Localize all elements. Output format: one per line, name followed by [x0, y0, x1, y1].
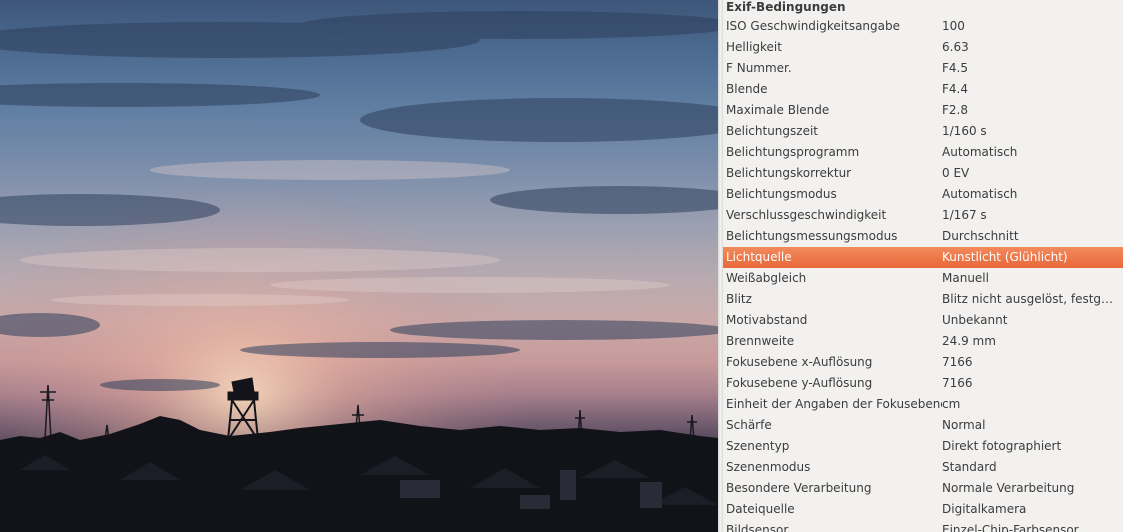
exif-value: Direkt fotographiert [942, 439, 1062, 453]
table-row[interactable]: Lichtquelle Kunstlicht (Glühlicht) [723, 247, 1123, 268]
table-row[interactable]: Bildsensor Einzel-Chip-Farbsensor [723, 520, 1123, 532]
exif-value: Normal [942, 418, 986, 432]
exif-key: Weißabgleich [726, 271, 807, 285]
exif-value: 100 [942, 19, 965, 33]
exif-value: Kunstlicht (Glühlicht) [942, 250, 1068, 264]
table-row[interactable]: Fokusebene x-Auflösung 7166 [723, 352, 1123, 373]
exif-value: Manuell [942, 271, 989, 285]
exif-key: Blende [726, 82, 768, 96]
table-row[interactable]: Szenentyp Direkt fotographiert [723, 436, 1123, 457]
table-row[interactable]: Maximale Blende F2.8 [723, 100, 1123, 121]
table-row[interactable]: Besondere Verarbeitung Normale Verarbeitu… [723, 478, 1123, 499]
exif-value: 24.9 mm [942, 334, 996, 348]
exif-key: Schärfe [726, 418, 772, 432]
exif-value: Digitalkamera [942, 502, 1027, 516]
image-viewer-window: Exif-Bedingungen ISO Geschwindigkeitsang… [0, 0, 1123, 532]
table-row[interactable]: Einheit der Angaben der Fokusebene cm [723, 394, 1123, 415]
table-row[interactable]: Belichtungsmessungsmodus Durchschnitt [723, 226, 1123, 247]
table-row[interactable]: Helligkeit 6.63 [723, 37, 1123, 58]
exif-key: Blitz [726, 292, 752, 306]
exif-value: Blitz nicht ausgelöst, festgel… [942, 292, 1118, 306]
table-row[interactable]: Weißabgleich Manuell [723, 268, 1123, 289]
exif-value: Durchschnitt [942, 229, 1019, 243]
exif-value: Normale Verarbeitung [942, 481, 1075, 495]
table-row[interactable]: Belichtungszeit 1/160 s [723, 121, 1123, 142]
exif-value: F4.5 [942, 61, 968, 75]
exif-key: Besondere Verarbeitung [726, 481, 872, 495]
photo-scene [0, 0, 718, 532]
table-row[interactable]: Belichtungskorrektur 0 EV [723, 163, 1123, 184]
table-row[interactable]: Blende F4.4 [723, 79, 1123, 100]
exif-key: Belichtungszeit [726, 124, 818, 138]
exif-key: Belichtungskorrektur [726, 166, 852, 180]
table-row[interactable]: Motivabstand Unbekannt [723, 310, 1123, 331]
exif-value: 7166 [942, 376, 973, 390]
exif-value: 0 EV [942, 166, 970, 180]
table-row[interactable]: Schärfe Normal [723, 415, 1123, 436]
exif-key: Einheit der Angaben der Fokusebene [726, 397, 942, 411]
exif-key: Brennweite [726, 334, 795, 348]
table-row[interactable]: Belichtungsprogramm Automatisch [723, 142, 1123, 163]
exif-key: Fokusebene x-Auflösung [726, 355, 873, 369]
table-row[interactable]: F Nummer. F4.5 [723, 58, 1123, 79]
exif-value: F4.4 [942, 82, 968, 96]
exif-key: Motivabstand [726, 313, 808, 327]
exif-key: Szenentyp [726, 439, 790, 453]
exif-value: F2.8 [942, 103, 968, 117]
table-row[interactable]: Szenenmodus Standard [723, 457, 1123, 478]
table-row[interactable]: Verschlussgeschwindigkeit 1/167 s [723, 205, 1123, 226]
table-row[interactable]: ISO Geschwindigkeitsangabe 100 [723, 16, 1123, 37]
exif-value: Einzel-Chip-Farbsensor [942, 523, 1079, 532]
exif-key: Belichtungsmessungsmodus [726, 229, 898, 243]
exif-key: Verschlussgeschwindigkeit [726, 208, 887, 222]
exif-key: Szenenmodus [726, 460, 811, 474]
table-row[interactable]: Brennweite 24.9 mm [723, 331, 1123, 352]
exif-value: Automatisch [942, 187, 1018, 201]
exif-value: 7166 [942, 355, 973, 369]
photo-preview[interactable] [0, 0, 718, 532]
exif-value: Automatisch [942, 145, 1018, 159]
table-row[interactable]: Dateiquelle Digitalkamera [723, 499, 1123, 520]
exif-key: Dateiquelle [726, 502, 795, 516]
exif-key: Fokusebene y-Auflösung [726, 376, 873, 390]
exif-value: 6.63 [942, 40, 969, 54]
exif-key: Bildsensor [726, 523, 789, 532]
exif-table: ISO Geschwindigkeitsangabe 100 Helligkeit 6… [723, 16, 1123, 532]
section-title[interactable]: Exif-Bedingungen [723, 0, 1123, 16]
exif-key: ISO Geschwindigkeitsangabe [726, 19, 900, 33]
exif-key: F Nummer. [726, 61, 792, 75]
exif-value: 1/160 s [942, 124, 987, 138]
exif-key: Belichtungsprogramm [726, 145, 860, 159]
exif-key: Helligkeit [726, 40, 782, 54]
table-row[interactable]: Fokusebene y-Auflösung 7166 [723, 373, 1123, 394]
exif-key: Lichtquelle [726, 250, 792, 264]
exif-value: cm [942, 397, 961, 411]
exif-key: Maximale Blende [726, 103, 830, 117]
exif-panel[interactable]: Exif-Bedingungen ISO Geschwindigkeitsang… [723, 0, 1123, 532]
exif-value: Unbekannt [942, 313, 1008, 327]
table-row[interactable]: Belichtungsmodus Automatisch [723, 184, 1123, 205]
exif-value: 1/167 s [942, 208, 987, 222]
exif-key: Belichtungsmodus [726, 187, 837, 201]
table-row[interactable]: Blitz Blitz nicht ausgelöst, festgel… [723, 289, 1123, 310]
exif-value: Standard [942, 460, 997, 474]
